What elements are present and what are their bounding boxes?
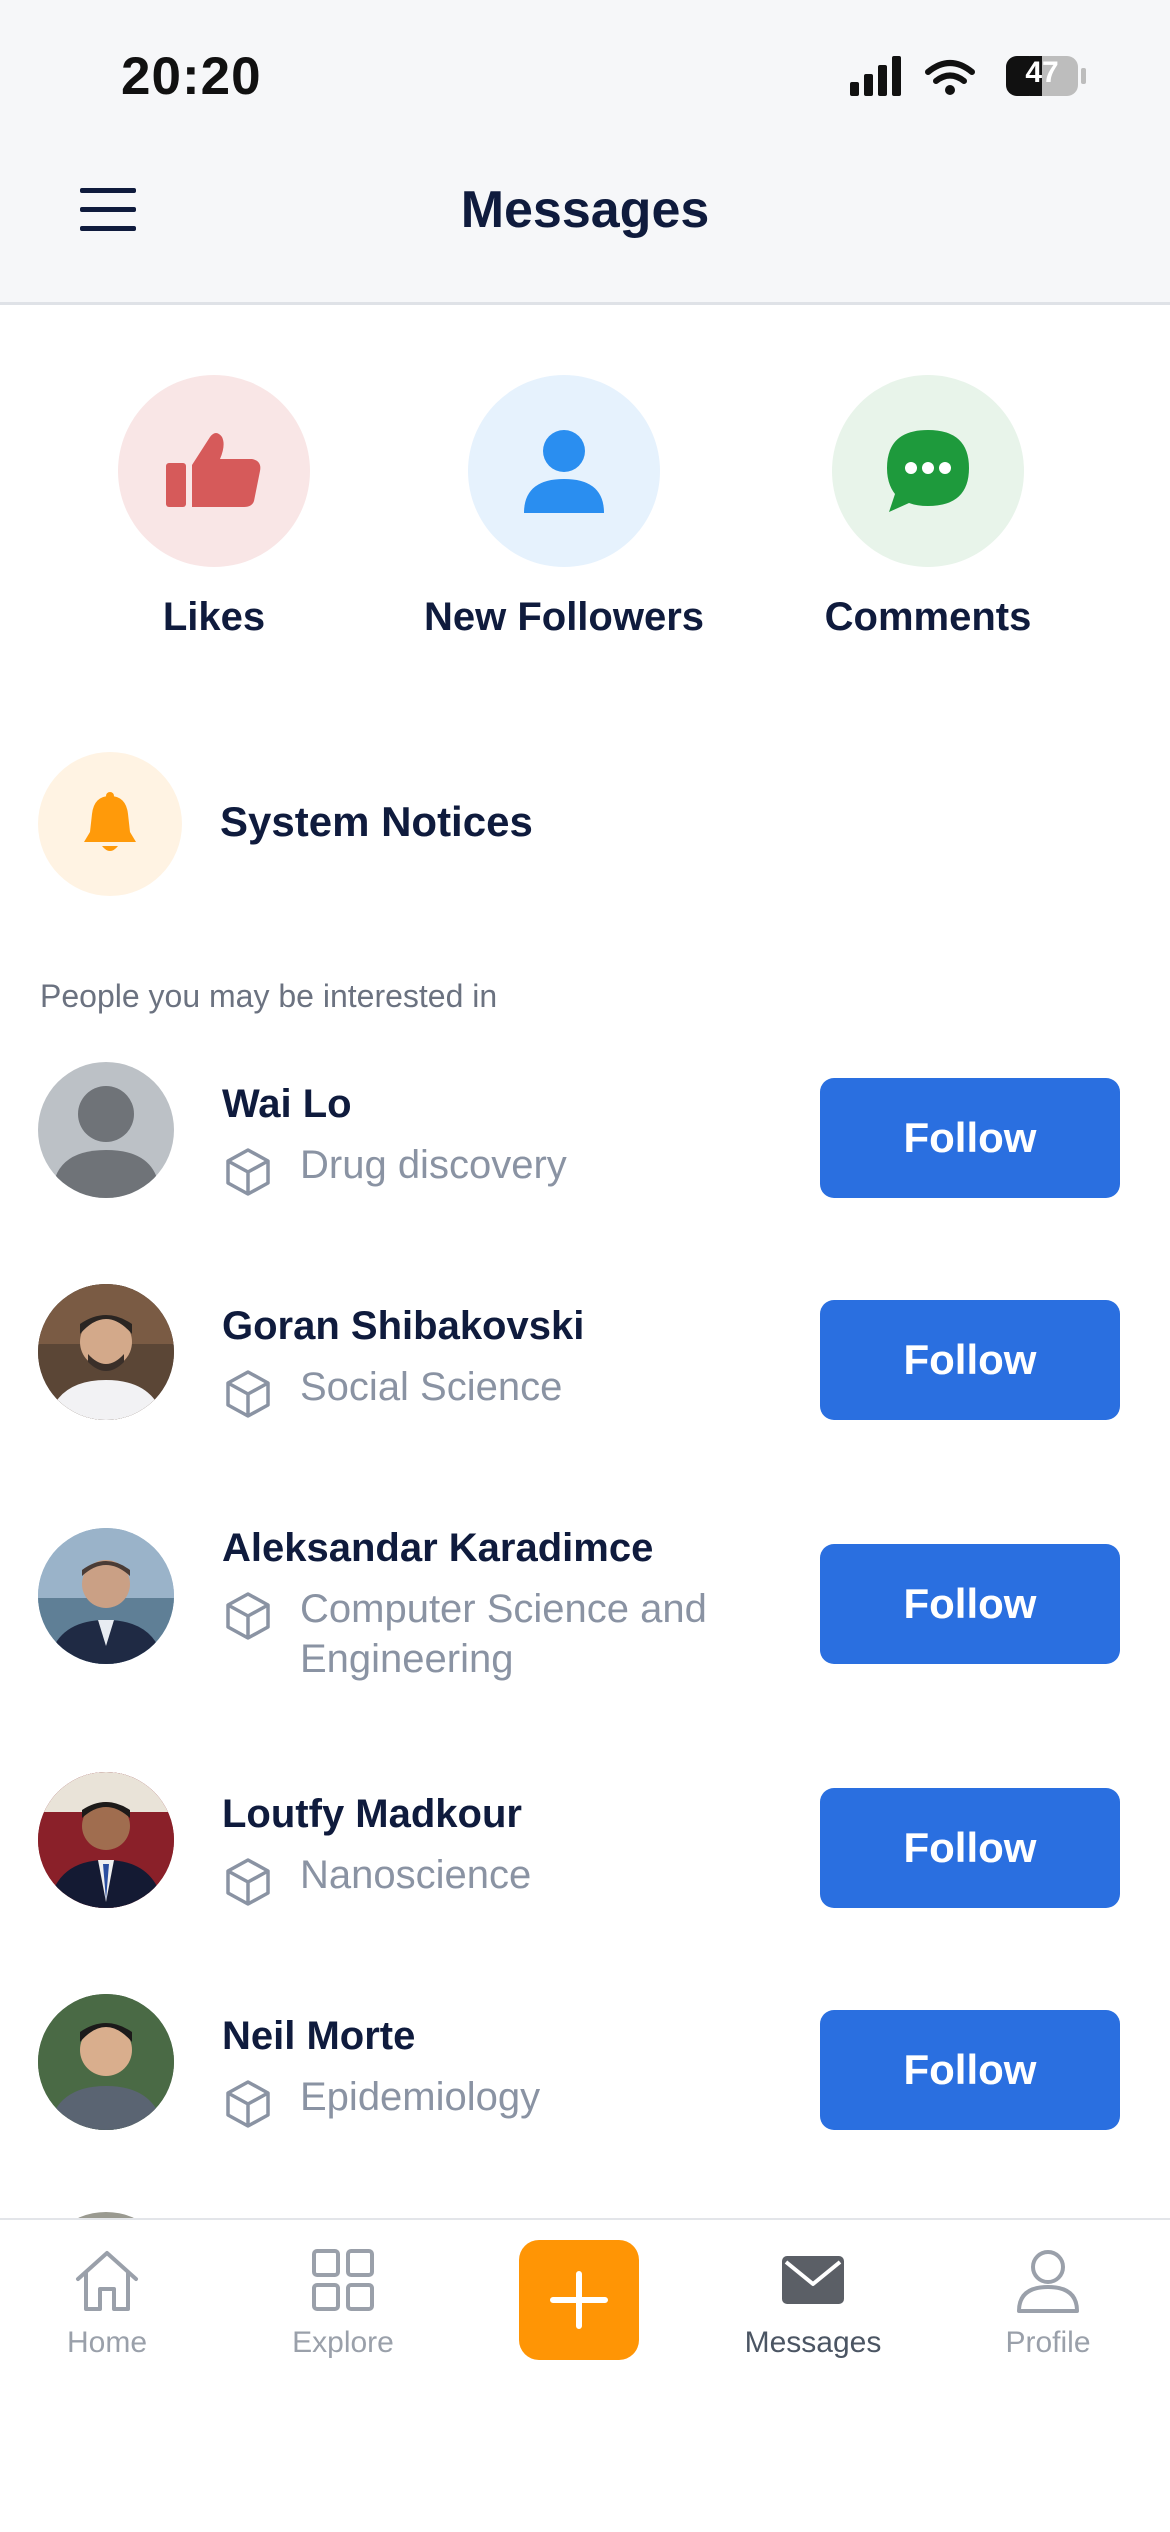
- status-time: 20:20: [121, 47, 262, 106]
- plus-icon: [550, 2271, 608, 2329]
- person-field: Social Science: [222, 1362, 782, 1418]
- tab-profile[interactable]: Profile: [948, 2240, 1148, 2360]
- follow-button[interactable]: Follow: [820, 1544, 1120, 1664]
- person-icon: [524, 430, 604, 513]
- field-text-line-1: Computer Science and: [300, 1587, 707, 1631]
- person-field: Computer Science and Engineering: [222, 1584, 782, 1684]
- avatar[interactable]: [38, 1528, 174, 1664]
- user-photo: [38, 1994, 174, 2130]
- cube-icon: [226, 1370, 270, 1418]
- field-text: Nanoscience: [300, 1853, 532, 1897]
- tab-messages[interactable]: Messages: [713, 2240, 913, 2360]
- envelope-icon: [782, 2256, 844, 2304]
- chat-bubble-icon: [887, 430, 969, 512]
- person-field: Epidemiology: [222, 2072, 782, 2128]
- grid-icon: [312, 2249, 374, 2311]
- cube-icon: [226, 1148, 270, 1196]
- follow-button[interactable]: Follow: [820, 1788, 1120, 1908]
- new-followers-label: New Followers: [423, 595, 705, 639]
- default-avatar-icon: [52, 1086, 160, 1198]
- home-icon: [76, 2251, 138, 2311]
- field-text: Social Science: [300, 1365, 563, 1409]
- person-name[interactable]: Neil Morte: [222, 2014, 415, 2059]
- comments-label: Comments: [824, 595, 1032, 639]
- likes-icon-circle: [118, 375, 310, 567]
- follow-button[interactable]: Follow: [820, 1078, 1120, 1198]
- bell-icon: [84, 792, 136, 851]
- person-field: Nanoscience: [222, 1850, 782, 1906]
- system-notices-icon-circle: [38, 752, 182, 896]
- user-photo: [38, 1284, 174, 1420]
- system-notices-row[interactable]: System Notices: [38, 752, 638, 896]
- person-name[interactable]: Goran Shibakovski: [222, 1304, 584, 1349]
- field-text: Epidemiology: [300, 2075, 541, 2119]
- follow-button[interactable]: Follow: [820, 2010, 1120, 2130]
- tab-profile-label: Profile: [1005, 2326, 1091, 2359]
- likes-label: Likes: [162, 595, 266, 639]
- field-text-line-2: Engineering: [300, 1637, 514, 1681]
- person-name[interactable]: Aleksandar Karadimce: [222, 1526, 653, 1571]
- tab-explore[interactable]: Explore: [243, 2240, 443, 2360]
- tab-messages-label: Messages: [744, 2326, 882, 2359]
- avatar[interactable]: [38, 1284, 174, 1420]
- person-name[interactable]: Wai Lo: [222, 1082, 352, 1127]
- tab-home[interactable]: Home: [7, 2240, 207, 2360]
- battery-level: 47: [1025, 56, 1059, 89]
- new-followers-icon-circle: [468, 375, 660, 567]
- cube-icon: [226, 1858, 270, 1906]
- header-bar: 20:20 47 Messages: [0, 0, 1170, 305]
- page-title: Messages: [460, 181, 710, 239]
- tab-explore-label: Explore: [292, 2326, 394, 2359]
- avatar[interactable]: [38, 1062, 174, 1198]
- person-field: Drug discovery: [222, 1140, 782, 1196]
- cube-icon: [226, 2080, 270, 2128]
- avatar[interactable]: [38, 1772, 174, 1908]
- thumbs-up-icon: [166, 433, 261, 507]
- comments-icon-circle: [832, 375, 1024, 567]
- follow-button[interactable]: Follow: [820, 1300, 1120, 1420]
- signal-icon: [850, 56, 901, 96]
- comments-category[interactable]: Comments: [778, 375, 1078, 640]
- tab-home-label: Home: [66, 2326, 148, 2359]
- person-name[interactable]: Loutfy Madkour: [222, 1792, 522, 1837]
- create-post-button[interactable]: [519, 2240, 639, 2360]
- system-notices-label: System Notices: [220, 798, 533, 845]
- avatar[interactable]: [38, 1994, 174, 2130]
- user-photo: [38, 1528, 174, 1664]
- field-text: Drug discovery: [300, 1143, 567, 1187]
- bottom-tab-bar: Home Explore Messages Profile: [0, 2218, 1170, 2532]
- user-photo: [38, 1772, 174, 1908]
- person-outline-icon: [1017, 2250, 1079, 2313]
- likes-category[interactable]: Likes: [64, 375, 364, 640]
- new-followers-category[interactable]: New Followers: [414, 375, 714, 640]
- suggestions-heading: People you may be interested in: [40, 978, 498, 1014]
- cube-icon: [226, 1592, 270, 1640]
- wifi-icon: [925, 60, 975, 84]
